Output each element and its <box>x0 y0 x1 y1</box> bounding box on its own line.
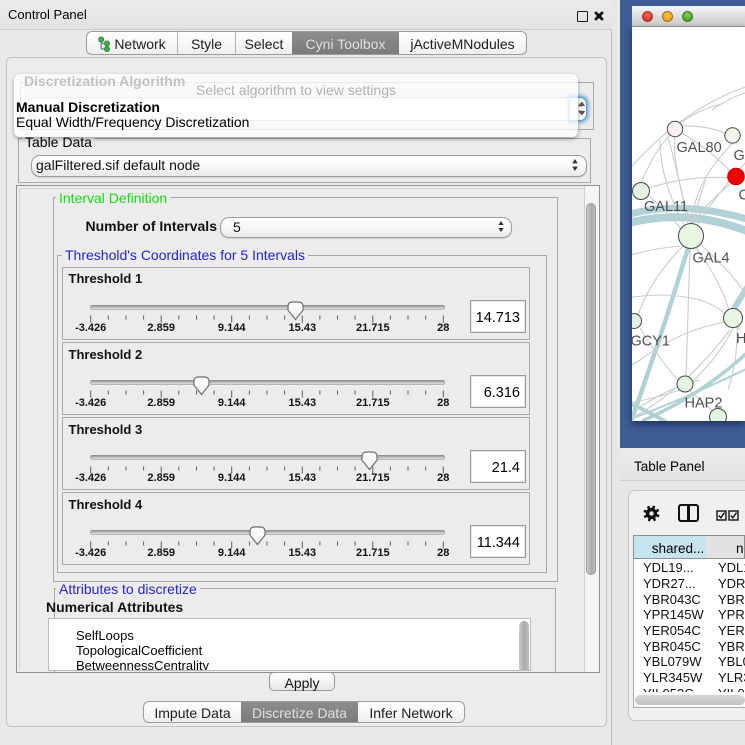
svg-text:GAL11: GAL11 <box>644 199 688 215</box>
svg-text:GAL1: GAL1 <box>734 148 745 164</box>
svg-text:HAP2: HAP2 <box>685 396 723 412</box>
svg-text:GAL80: GAL80 <box>677 140 722 156</box>
svg-text:GAL4: GAL4 <box>693 251 730 267</box>
svg-text:GCY1: GCY1 <box>632 334 670 350</box>
svg-text:H: H <box>736 331 745 347</box>
svg-text:C: C <box>739 188 745 204</box>
